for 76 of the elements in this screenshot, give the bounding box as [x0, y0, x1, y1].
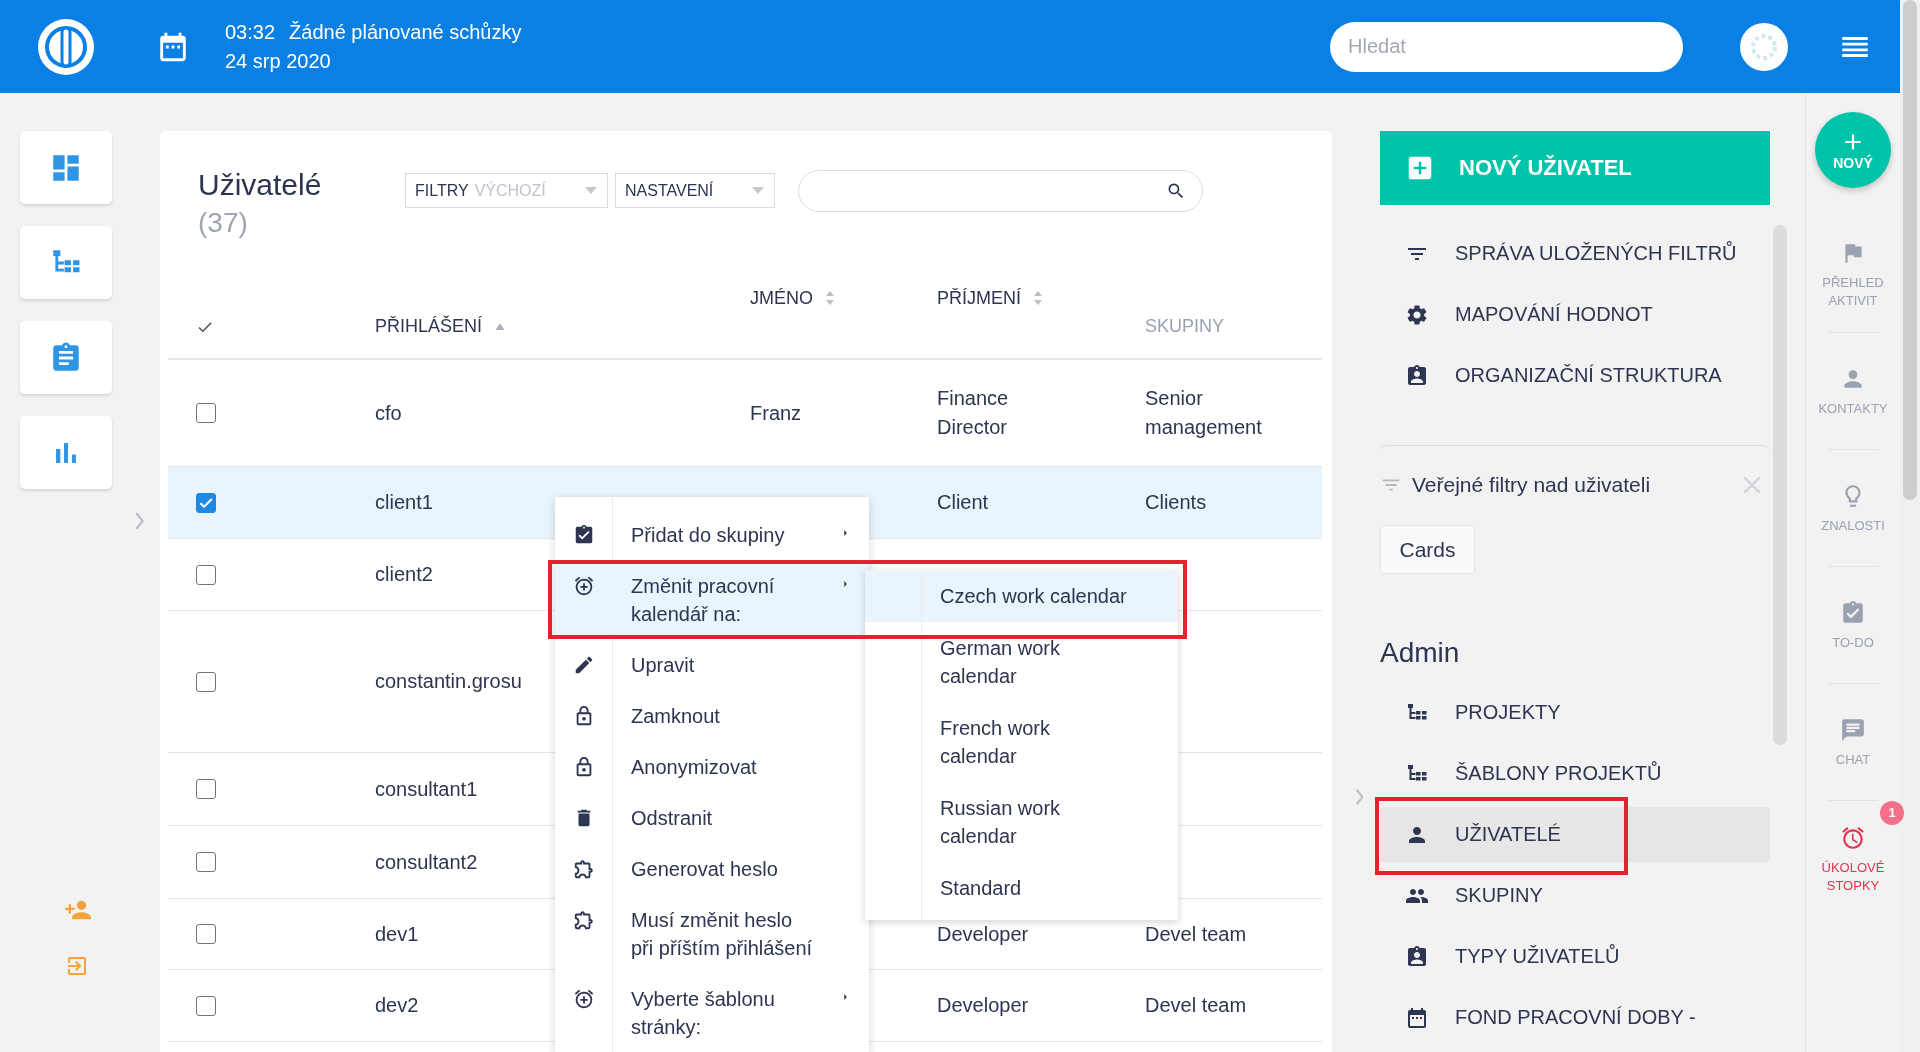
- reports-button[interactable]: [20, 416, 112, 489]
- calendar-icon: [1405, 1005, 1429, 1030]
- filter-dropdown[interactable]: FILTRY VÝCHOZÍ: [405, 173, 608, 208]
- table-cell: consultant2: [375, 850, 478, 873]
- table-cell: cfo: [375, 401, 402, 424]
- gear-icon: [1405, 302, 1429, 327]
- table-cell: Clients: [1145, 491, 1207, 513]
- menu-item[interactable]: Přidat do skupiny: [555, 509, 869, 560]
- search-icon: [1166, 181, 1186, 201]
- section-title: Admin: [1380, 637, 1461, 669]
- table-cell: client2: [375, 563, 433, 585]
- user-count: (37): [198, 206, 249, 240]
- table-cell: Senior management: [1145, 387, 1262, 438]
- table-cell: dev2: [375, 994, 419, 1016]
- search-field[interactable]: Hledat: [1330, 21, 1683, 72]
- table-cell: client1: [375, 491, 433, 513]
- puzzle-icon: [573, 908, 595, 931]
- table-cell: constantin.grosu: [375, 670, 522, 692]
- alarm-clock-icon: [1840, 824, 1866, 851]
- table-cell: Devel team: [1145, 922, 1247, 945]
- page-title: Uživatelé: [198, 167, 323, 203]
- time-text: 03:32: [225, 19, 276, 45]
- column-header: SKUPINY: [1145, 315, 1225, 338]
- checkbox[interactable]: [196, 779, 216, 799]
- dashboard-button[interactable]: [20, 131, 112, 204]
- caret-icon: [752, 187, 764, 194]
- chat-bubble-icon: [1840, 716, 1866, 743]
- checkbox[interactable]: [196, 995, 216, 1016]
- checkbox[interactable]: [196, 924, 216, 944]
- avatar-icon[interactable]: [1740, 22, 1788, 71]
- menu-item[interactable]: ŠABLONY PROJEKTŮ: [1380, 746, 1770, 801]
- column-header[interactable]: PŘÍJMENÍ: [937, 286, 1043, 310]
- alarm-plus-icon: [573, 987, 595, 1010]
- meeting-status: Žádné plánované schůzky: [289, 19, 522, 45]
- menu-item[interactable]: Vyberte šablonu stránky:: [555, 973, 869, 1052]
- table-cell: dev1: [375, 922, 419, 945]
- menu-item[interactable]: SKUPINY: [1380, 868, 1770, 923]
- filter-chip[interactable]: Cards: [1380, 525, 1475, 574]
- sign-in-icon[interactable]: [65, 954, 89, 978]
- menu-item[interactable]: PROJEKTY: [1380, 685, 1770, 740]
- menu-item[interactable]: ORGANIZAČNÍ STRUKTURA: [1380, 345, 1770, 406]
- column-header[interactable]: JMÉNO: [750, 286, 835, 310]
- id-badge-icon: [1405, 363, 1429, 388]
- table-cell: Finance Director: [937, 387, 1009, 438]
- settings-dropdown[interactable]: NASTAVENÍ: [615, 173, 775, 208]
- menu-item[interactable]: TYPY UŽIVATELŮ: [1380, 929, 1770, 984]
- table-cell: Developer: [937, 922, 1029, 945]
- menu-item[interactable]: MAPOVÁNÍ HODNOT: [1380, 284, 1770, 345]
- table-cell: Franz: [750, 401, 802, 424]
- clipboard-check-icon: [573, 523, 595, 546]
- tasks-button[interactable]: [20, 321, 112, 394]
- table-cell: consultant1: [375, 777, 478, 800]
- table-cell: Developer: [937, 994, 1029, 1016]
- logo[interactable]: [38, 18, 94, 75]
- count-badge: 1: [1880, 801, 1904, 825]
- id-badge-icon: [1405, 944, 1429, 969]
- table-cell: Client: [937, 491, 989, 513]
- column-header[interactable]: PŘIHLÁŠENÍ: [375, 314, 507, 338]
- scrollbar[interactable]: [1903, 0, 1917, 500]
- checkbox[interactable]: [196, 564, 216, 585]
- checkbox[interactable]: [196, 852, 216, 872]
- menu-item[interactable]: FOND PRACOVNÍ DOBY -: [1380, 990, 1770, 1045]
- table-cell: Devel team: [1145, 994, 1247, 1016]
- menu-item[interactable]: UŽIVATELÉ: [1380, 807, 1770, 862]
- clipboard-check-icon: [1840, 599, 1866, 626]
- alarm-plus-icon: [573, 574, 595, 597]
- menu-item[interactable]: SPRÁVA ULOŽENÝCH FILTRŮ: [1380, 223, 1770, 284]
- projects-button[interactable]: [20, 226, 112, 299]
- checkbox[interactable]: [196, 671, 216, 692]
- caret-icon: [585, 187, 597, 194]
- checkbox[interactable]: [196, 403, 216, 423]
- date-text: 24 srp 2020: [225, 48, 332, 74]
- section-title: Veřejné filtry nad uživateli: [1412, 472, 1651, 498]
- menu-item[interactable]: Czech work calendar: [865, 570, 1178, 622]
- puzzle-icon: [573, 857, 595, 880]
- checkbox[interactable]: [196, 492, 216, 513]
